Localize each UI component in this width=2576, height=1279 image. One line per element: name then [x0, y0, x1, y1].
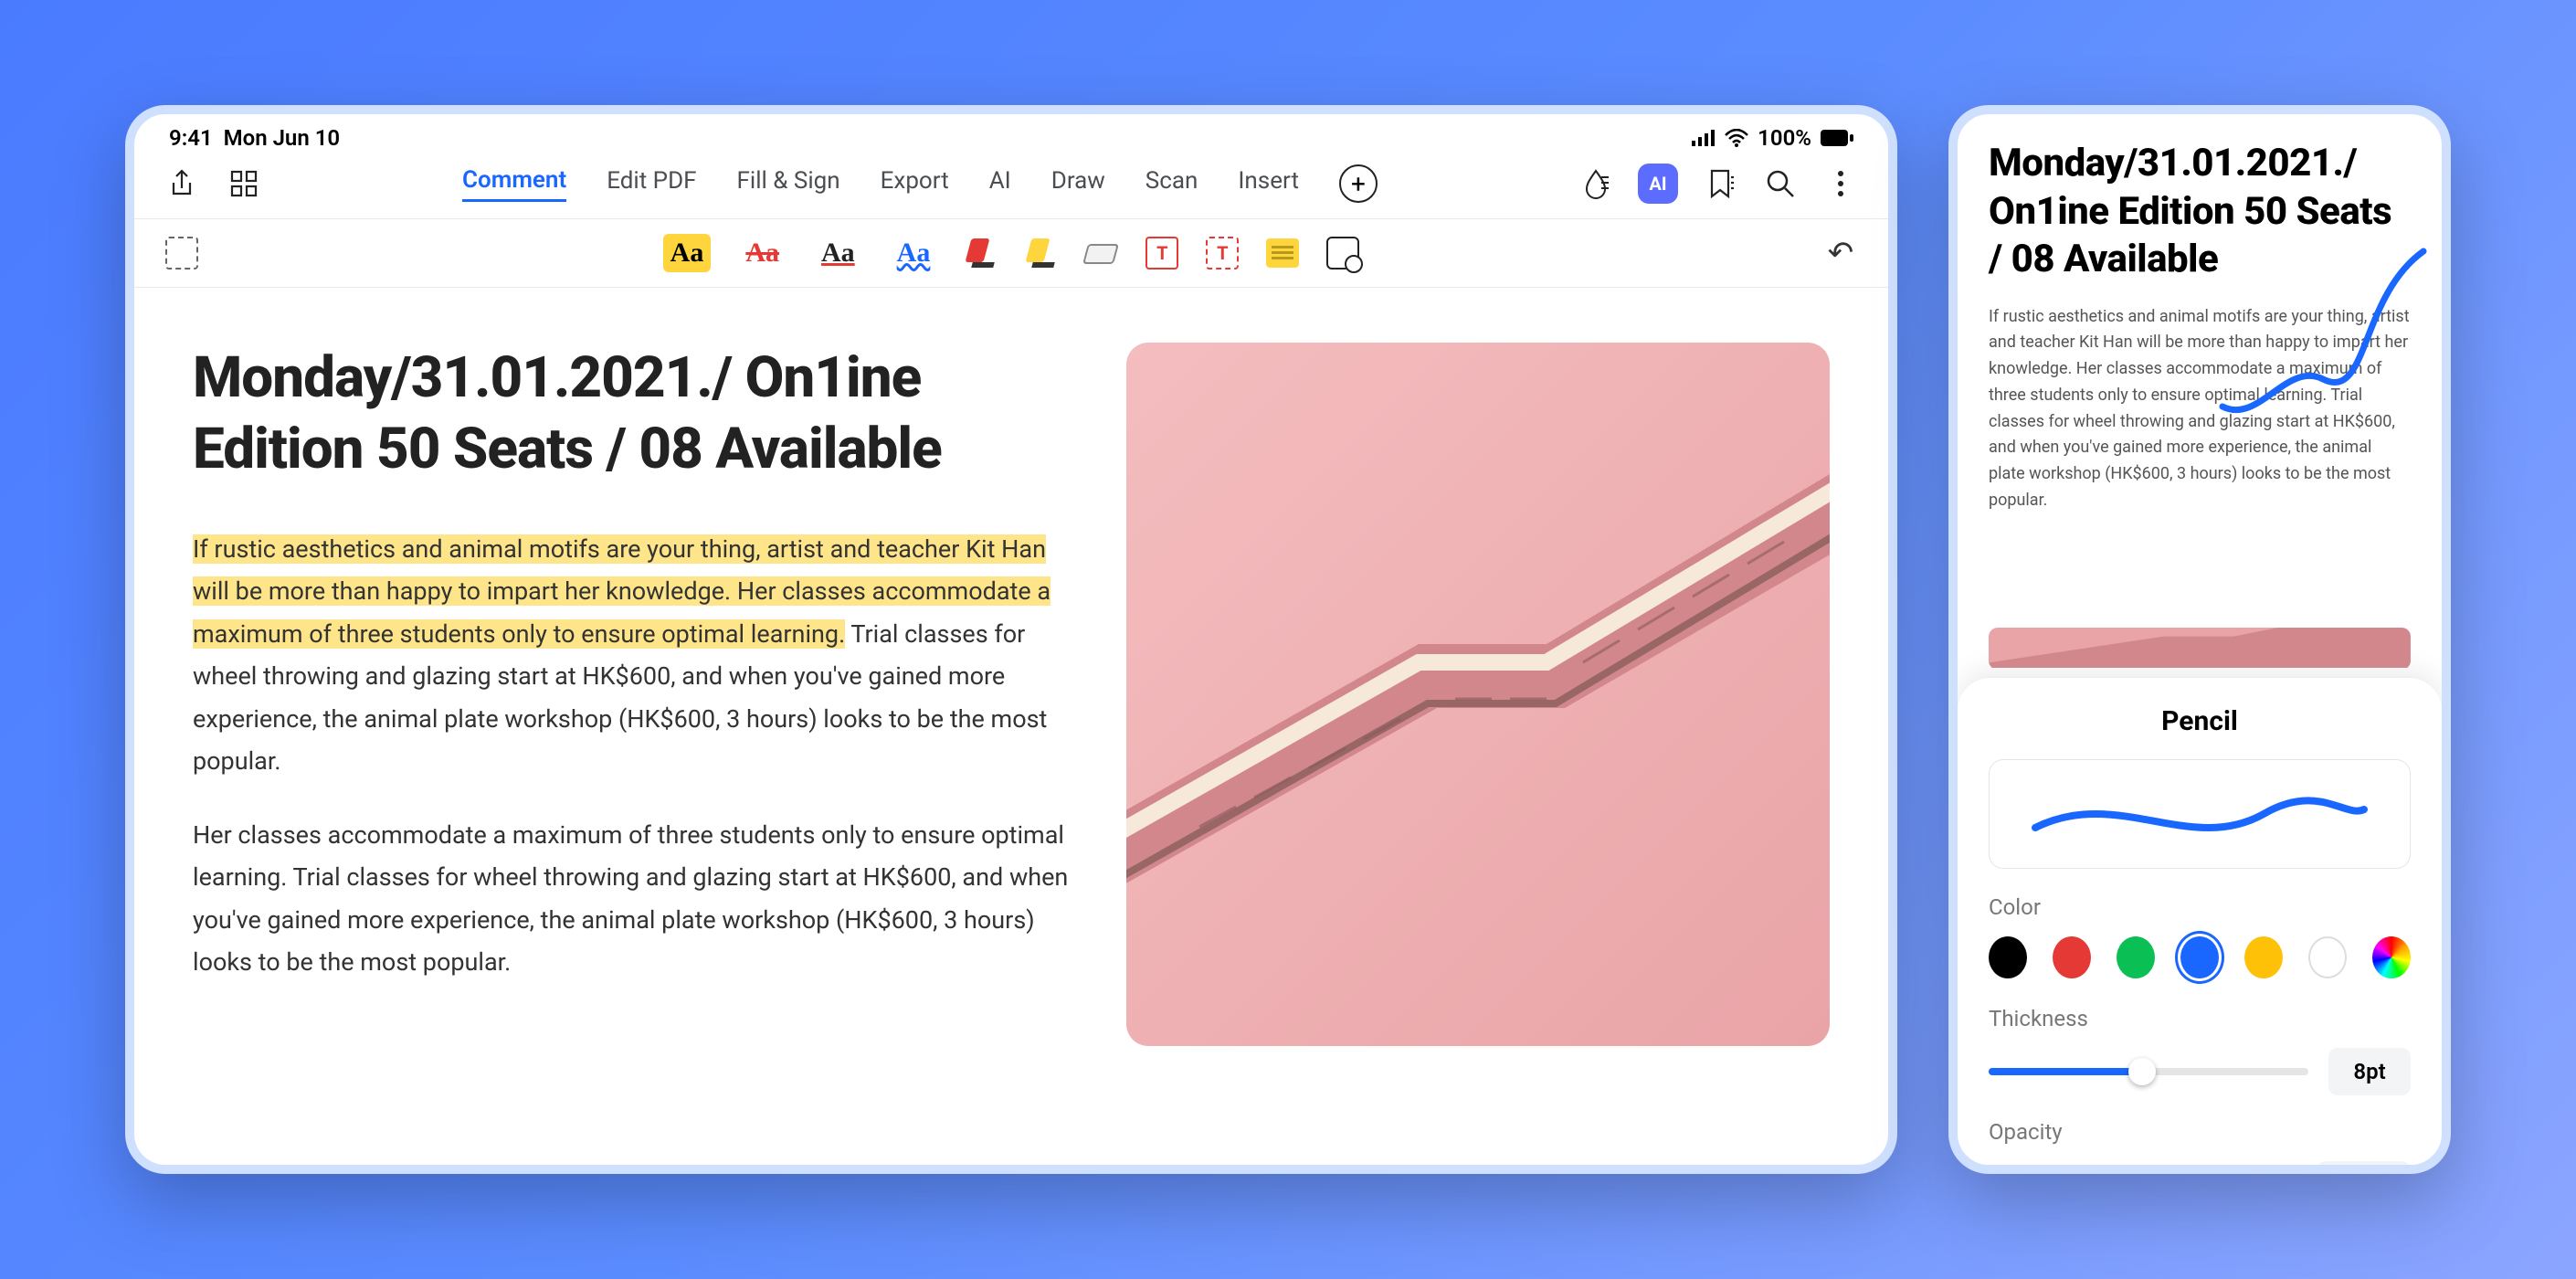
opacity-label: Opacity	[1989, 1119, 2411, 1145]
swatch-red[interactable]	[2053, 936, 2091, 978]
sheet-title: Pencil	[1989, 705, 2411, 737]
undo-button[interactable]: ↶	[1822, 235, 1859, 271]
swatch-white[interactable]	[2308, 936, 2347, 978]
tab-insert[interactable]: Insert	[1238, 167, 1299, 200]
battery-icon	[1821, 130, 1853, 146]
top-toolbar: Comment Edit PDF Fill & Sign Export AI D…	[134, 156, 1888, 219]
opacity-value: 100%	[2317, 1161, 2411, 1174]
tablet-device: 9:41 Mon Jun 10 100% Comment Edit PDF Fi…	[125, 105, 1897, 1174]
underline-tool[interactable]: Aa	[814, 234, 862, 272]
swatch-blue[interactable]	[2180, 936, 2219, 978]
wifi-icon	[1725, 129, 1748, 147]
swatch-green[interactable]	[2117, 936, 2155, 978]
textbox-tool[interactable]: T	[1145, 237, 1178, 270]
sticky-note-tool[interactable]	[1266, 238, 1299, 268]
add-tab-button[interactable]: +	[1339, 164, 1378, 203]
tab-draw[interactable]: Draw	[1051, 167, 1105, 200]
red-marker-tool[interactable]	[965, 237, 998, 270]
swatch-black[interactable]	[1989, 936, 2027, 978]
phone-image-thumb	[1989, 628, 2411, 670]
squiggly-tool[interactable]: Aa	[890, 234, 938, 272]
strikethrough-tool[interactable]: Aa	[738, 234, 787, 272]
bookmark-icon[interactable]	[1702, 165, 1738, 202]
freehand-annotation[interactable]	[2213, 242, 2442, 443]
selection-tool[interactable]	[164, 235, 200, 271]
tab-fill-sign[interactable]: Fill & Sign	[737, 167, 840, 200]
thickness-slider[interactable]	[1989, 1068, 2308, 1075]
yellow-marker-tool[interactable]	[1025, 237, 1058, 270]
tab-comment[interactable]: Comment	[462, 166, 566, 202]
grid-view-icon[interactable]	[226, 165, 262, 202]
color-label: Color	[1989, 894, 2411, 920]
status-time: 9:41	[169, 125, 213, 151]
opacity-slider[interactable]	[1989, 1165, 2296, 1174]
battery-percent: 100%	[1758, 125, 1811, 151]
callout-tool[interactable]: T	[1206, 237, 1239, 270]
color-swatches	[1989, 936, 2411, 978]
share-icon[interactable]	[164, 165, 200, 202]
page-image	[1126, 343, 1830, 1046]
swatch-yellow[interactable]	[2244, 936, 2283, 978]
tab-ai[interactable]: AI	[989, 167, 1011, 200]
tab-export[interactable]: Export	[881, 167, 949, 200]
phone-device: Monday/31.01.2021./ On1ine Edition 50 Se…	[1948, 105, 2451, 1174]
swatch-custom[interactable]	[2372, 936, 2411, 978]
stamp-tool[interactable]	[1326, 237, 1359, 270]
phone-document: Monday/31.01.2021./ On1ine Edition 50 Se…	[1958, 114, 2442, 608]
ink-icon[interactable]	[1578, 165, 1614, 202]
pencil-sheet: Pencil Color Thickness 8pt Opacity	[1958, 677, 2442, 1174]
annotation-toolbar: Aa Aa Aa Aa T T ↶	[134, 219, 1888, 288]
search-icon[interactable]	[1762, 165, 1799, 202]
thickness-label: Thickness	[1989, 1006, 2411, 1031]
more-icon[interactable]	[1822, 165, 1859, 202]
document-page: Monday/31.01.2021./ On1ine Edition 50 Se…	[134, 288, 1888, 1159]
thickness-value: 8pt	[2328, 1048, 2411, 1095]
status-bar: 9:41 Mon Jun 10 100%	[134, 114, 1888, 156]
ai-button[interactable]: AI	[1638, 164, 1678, 204]
mode-tabs: Comment Edit PDF Fill & Sign Export AI D…	[262, 164, 1578, 203]
tab-scan[interactable]: Scan	[1145, 167, 1198, 200]
tab-edit-pdf[interactable]: Edit PDF	[607, 167, 696, 200]
eraser-tool[interactable]	[1085, 237, 1118, 270]
status-date: Mon Jun 10	[224, 125, 341, 151]
highlight-tool[interactable]: Aa	[663, 234, 712, 272]
page-title: Monday/31.01.2021./ On1ine Edition 50 Se…	[193, 343, 1072, 484]
paragraph-1: If rustic aesthetics and animal motifs a…	[193, 528, 1072, 783]
paragraph-2: Her classes accommodate a maximum of thr…	[193, 814, 1072, 984]
signal-icon	[1692, 130, 1716, 146]
stroke-preview	[1989, 759, 2411, 869]
